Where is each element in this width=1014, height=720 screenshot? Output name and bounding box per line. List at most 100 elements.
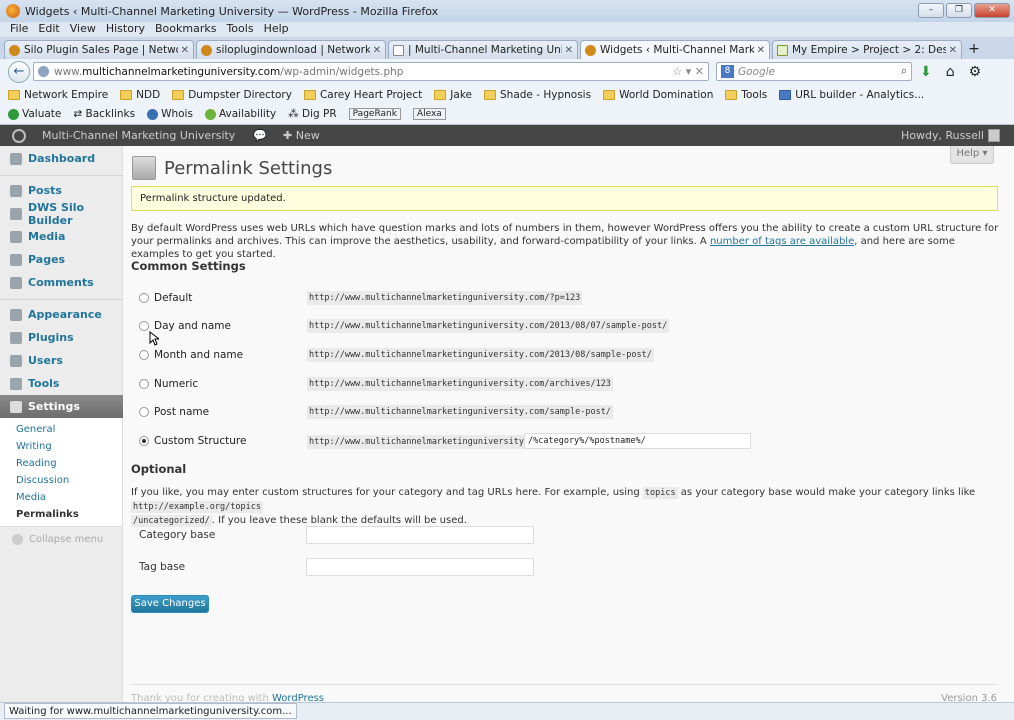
- settings-page-icon: [132, 156, 156, 180]
- permalink-option-custom-structure[interactable]: Custom Structure: [139, 435, 246, 447]
- bookmark-item[interactable]: Tools: [725, 89, 767, 101]
- stop-icon[interactable]: ✕: [695, 65, 704, 78]
- browser-tab[interactable]: siloplugindownload | Network Empire✕: [196, 40, 386, 59]
- tab-close-icon[interactable]: ✕: [181, 45, 189, 56]
- pages-icon: [10, 253, 22, 266]
- folder-icon: [8, 89, 20, 100]
- back-arrow-icon[interactable]: ←: [8, 61, 30, 83]
- sidebar-item-tools[interactable]: Tools: [0, 372, 122, 395]
- checkbox-icon: [777, 44, 788, 56]
- sidebar-item-plugins[interactable]: Plugins: [0, 326, 122, 349]
- user-menu[interactable]: Howdy, Russell: [901, 129, 1000, 142]
- bookmark-item[interactable]: Dumpster Directory: [172, 89, 292, 101]
- collapse-label: Collapse menu: [29, 533, 104, 545]
- sidebar-item-media[interactable]: Media: [0, 225, 122, 248]
- menu-edit[interactable]: Edit: [38, 22, 59, 37]
- comments-icon[interactable]: 💬: [253, 129, 267, 142]
- radio-button[interactable]: [139, 293, 149, 303]
- alexa-meter[interactable]: Alexa: [412, 108, 446, 120]
- menu-bookmarks[interactable]: Bookmarks: [155, 22, 216, 37]
- sidebar-item-posts[interactable]: Posts: [0, 179, 122, 202]
- browser-tab-active[interactable]: Widgets ‹ Multi-Channel Marketing U...✕: [580, 40, 770, 59]
- bookmark-item[interactable]: Carey Heart Project: [303, 89, 422, 101]
- new-content-button[interactable]: ✚ New: [283, 129, 320, 142]
- tag-base-label: Tag base: [139, 561, 186, 573]
- bookmark-star-icon[interactable]: ☆: [672, 65, 682, 78]
- valuate-button[interactable]: Valuate: [8, 108, 61, 120]
- option-label: Custom Structure: [154, 435, 247, 447]
- radio-button[interactable]: [139, 407, 149, 417]
- bookmark-item[interactable]: URL builder - Analytics...: [779, 89, 924, 101]
- submenu-reading[interactable]: Reading: [0, 455, 122, 472]
- whois-button[interactable]: Whois: [147, 108, 193, 120]
- radio-button-selected[interactable]: [139, 436, 149, 446]
- radio-button[interactable]: [139, 379, 149, 389]
- pagerank-meter[interactable]: PageRank: [348, 108, 401, 120]
- bookmark-item[interactable]: NDD: [120, 89, 160, 101]
- search-input[interactable]: 8 Google ⌕: [716, 62, 912, 81]
- url-bar[interactable]: www. multichannelmarketinguniversity.com /…: [33, 62, 709, 81]
- tab-close-icon[interactable]: ✕: [373, 45, 381, 56]
- status-bar: Waiting for www.multichannelmarketinguni…: [0, 702, 1014, 720]
- menu-tools[interactable]: Tools: [226, 22, 253, 37]
- close-window-icon[interactable]: ✕: [974, 3, 1010, 18]
- permalink-option-post-name[interactable]: Post name: [139, 406, 209, 418]
- browser-tab[interactable]: | Multi-Channel Marketing University ...…: [388, 40, 578, 59]
- submenu-discussion[interactable]: Discussion: [0, 472, 122, 489]
- backlinks-button[interactable]: ⇄ Backlinks: [73, 108, 135, 120]
- download-icon[interactable]: ⬇: [920, 64, 932, 80]
- maximize-icon[interactable]: ❐: [946, 3, 972, 18]
- dig-pr-button[interactable]: ⁂ Dig PR: [288, 108, 336, 120]
- wordpress-logo-icon[interactable]: [12, 128, 26, 143]
- category-base-input[interactable]: [306, 526, 534, 544]
- tags-link[interactable]: number of tags are available: [710, 236, 854, 247]
- home-icon[interactable]: ⌂: [946, 64, 955, 80]
- sidebar-item-users[interactable]: Users: [0, 349, 122, 372]
- site-name-link[interactable]: Multi-Channel Marketing University: [42, 129, 235, 142]
- bookmark-item[interactable]: Jake: [434, 89, 472, 101]
- bookmark-item[interactable]: World Domination: [603, 89, 713, 101]
- search-icon[interactable]: ⌕: [901, 65, 907, 78]
- radio-button[interactable]: [139, 350, 149, 360]
- submenu-permalinks[interactable]: Permalinks: [0, 506, 122, 523]
- menu-file[interactable]: File: [10, 22, 28, 37]
- custom-structure-input[interactable]: /%category%/%postname%/: [524, 433, 751, 449]
- save-changes-button[interactable]: Save Changes: [131, 595, 209, 613]
- radio-button[interactable]: [139, 321, 149, 331]
- menu-help[interactable]: Help: [264, 22, 289, 37]
- tab-close-icon[interactable]: ✕: [565, 45, 573, 56]
- permalink-option-default[interactable]: Default: [139, 292, 192, 304]
- orange-globe-icon: [201, 44, 212, 56]
- addon-icon[interactable]: ⚙: [969, 64, 982, 80]
- intro-text: By default WordPress uses web URLs which…: [131, 222, 1001, 261]
- sidebar-item-silo-builder[interactable]: DWS Silo Builder: [0, 201, 122, 227]
- menu-history[interactable]: History: [106, 22, 145, 37]
- sidebar-item-appearance[interactable]: Appearance: [0, 303, 122, 326]
- tab-close-icon[interactable]: ✕: [949, 45, 957, 56]
- page-header: Permalink Settings: [132, 156, 332, 180]
- sidebar-item-dashboard[interactable]: Dashboard: [0, 147, 122, 170]
- browser-tab[interactable]: Silo Plugin Sales Page | Network Empi...…: [4, 40, 194, 59]
- browser-tab[interactable]: My Empire > Project > 2: Design my s...✕: [772, 40, 962, 59]
- sidebar-item-settings[interactable]: Settings: [0, 395, 130, 418]
- dropdown-icon[interactable]: ▾: [686, 65, 692, 78]
- submenu-general[interactable]: General: [0, 421, 122, 438]
- bookmark-item[interactable]: Network Empire: [8, 89, 108, 101]
- submenu-writing[interactable]: Writing: [0, 438, 122, 455]
- tab-close-icon[interactable]: ✕: [757, 45, 765, 56]
- help-tab[interactable]: Help ▾: [950, 146, 994, 164]
- availability-button[interactable]: Availability: [204, 108, 276, 120]
- sidebar-item-pages[interactable]: Pages: [0, 248, 122, 271]
- plus-icon: ✚: [283, 129, 296, 142]
- tag-base-input[interactable]: [306, 558, 534, 576]
- minimize-icon[interactable]: –: [918, 3, 944, 18]
- sidebar-item-comments[interactable]: Comments: [0, 271, 122, 294]
- submenu-media[interactable]: Media: [0, 489, 122, 506]
- permalink-option-month-and-name[interactable]: Month and name: [139, 349, 243, 361]
- permalink-option-numeric[interactable]: Numeric: [139, 378, 198, 390]
- bookmark-item[interactable]: Shade - Hypnosis: [484, 89, 591, 101]
- media-icon: [10, 230, 22, 243]
- new-tab-icon[interactable]: +: [964, 40, 984, 59]
- menu-view[interactable]: View: [70, 22, 96, 37]
- collapse-menu-button[interactable]: Collapse menu: [0, 527, 122, 551]
